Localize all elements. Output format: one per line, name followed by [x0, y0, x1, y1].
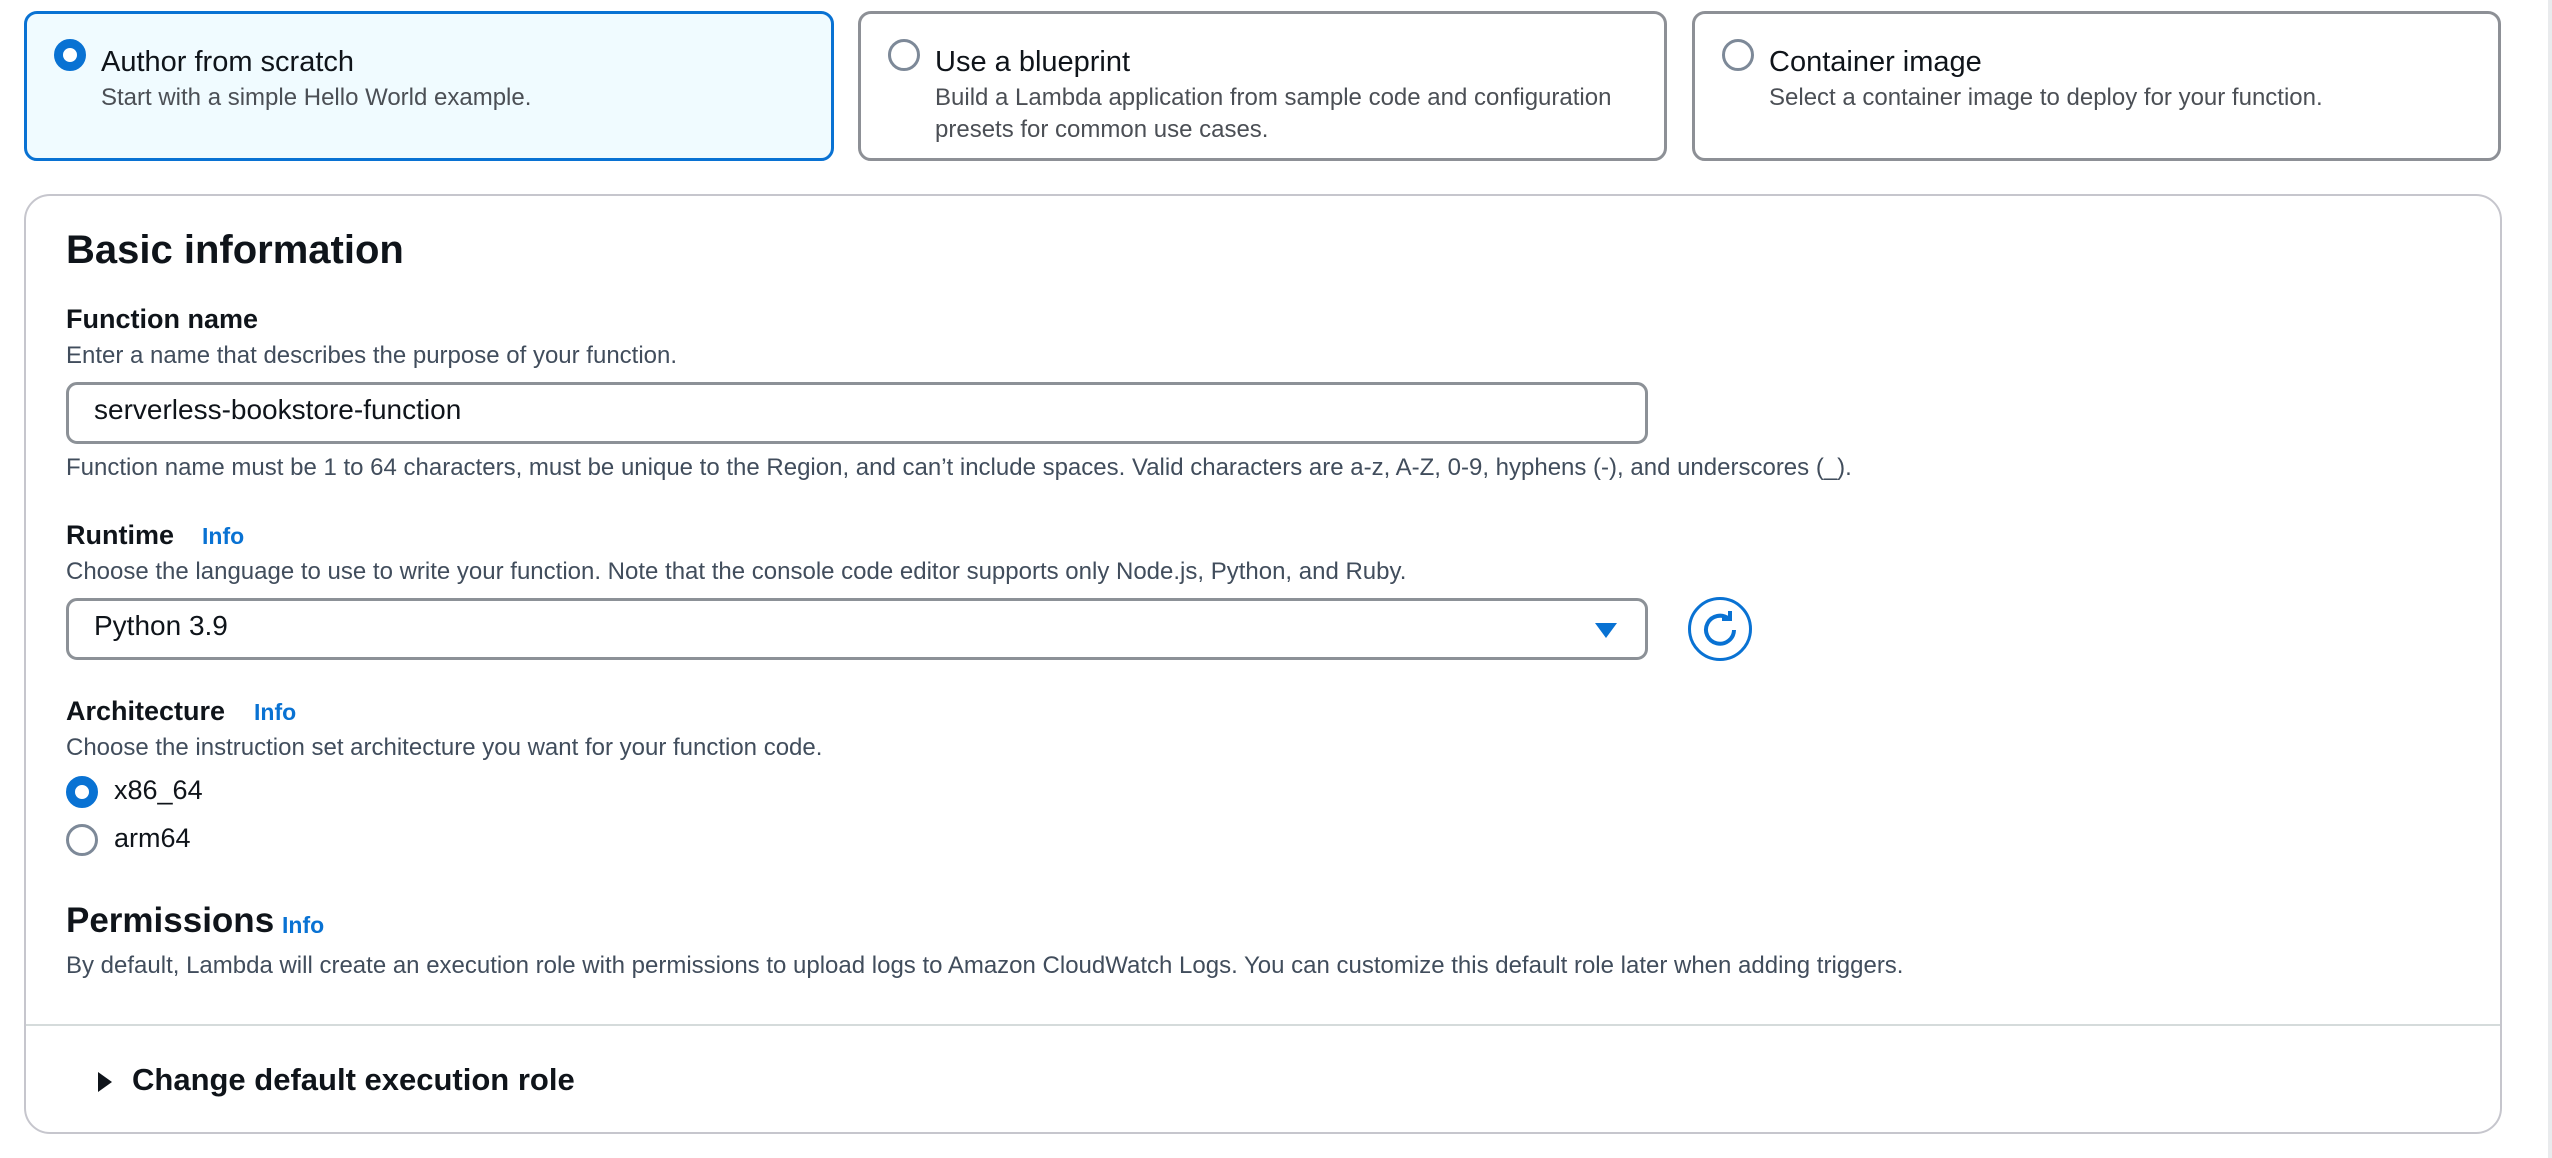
- runtime-selected-value: Python 3.9: [94, 610, 228, 641]
- option-description: Select a container image to deploy for y…: [1769, 84, 2323, 111]
- option-label: x86_64: [114, 775, 203, 805]
- section-heading: Basic information: [66, 228, 404, 272]
- permissions-info-link[interactable]: Info: [282, 912, 324, 939]
- runtime-label: Runtime: [66, 520, 174, 550]
- function-name-label: Function name: [66, 304, 259, 334]
- change-default-execution-role-toggle[interactable]: Change default execution role: [72, 1062, 632, 1102]
- caret-right-icon: [98, 1072, 112, 1092]
- divider: [26, 1024, 2500, 1026]
- radio-arm64[interactable]: [66, 824, 98, 856]
- option-use-a-blueprint[interactable]: Use a blueprint Build a Lambda applicati…: [858, 11, 1667, 161]
- radio-use-a-blueprint[interactable]: [888, 39, 920, 71]
- function-name-input[interactable]: serverless-bookstore-function: [66, 382, 1648, 444]
- function-name-constraint: Function name must be 1 to 64 characters…: [66, 454, 1852, 481]
- basic-information-panel: Basic information Function name Enter a …: [24, 194, 2502, 1134]
- permissions-heading: Permissions: [66, 901, 275, 940]
- refresh-icon: [1704, 611, 1736, 646]
- runtime-select[interactable]: Python 3.9: [66, 598, 1648, 660]
- option-description: Build a Lambda application from sample c…: [935, 84, 1612, 143]
- option-description: Start with a simple Hello World example.: [101, 84, 532, 111]
- architecture-label: Architecture: [66, 696, 226, 726]
- option-author-from-scratch[interactable]: Author from scratch Start with a simple …: [24, 11, 834, 161]
- refresh-button[interactable]: [1688, 597, 1752, 661]
- radio-container-image[interactable]: [1722, 39, 1754, 71]
- page-scrollbar[interactable]: [2548, 0, 2552, 1158]
- expander-label: Change default execution role: [132, 1062, 575, 1097]
- option-title: Use a blueprint: [935, 46, 1131, 78]
- option-label: arm64: [114, 823, 191, 853]
- caret-down-icon: [1595, 623, 1617, 638]
- option-title: Container image: [1769, 46, 1982, 78]
- radio-author-from-scratch[interactable]: [54, 39, 86, 71]
- function-name-value: serverless-bookstore-function: [94, 394, 462, 425]
- radio-x86-64[interactable]: [66, 776, 98, 808]
- permissions-description: By default, Lambda will create an execut…: [66, 952, 1904, 979]
- option-container-image[interactable]: Container image Select a container image…: [1692, 11, 2501, 161]
- runtime-info-link[interactable]: Info: [202, 523, 244, 550]
- runtime-description: Choose the language to use to write your…: [66, 558, 1407, 585]
- option-title: Author from scratch: [101, 46, 355, 78]
- architecture-description: Choose the instruction set architecture …: [66, 734, 823, 761]
- function-name-description: Enter a name that describes the purpose …: [66, 342, 678, 369]
- architecture-info-link[interactable]: Info: [254, 699, 296, 726]
